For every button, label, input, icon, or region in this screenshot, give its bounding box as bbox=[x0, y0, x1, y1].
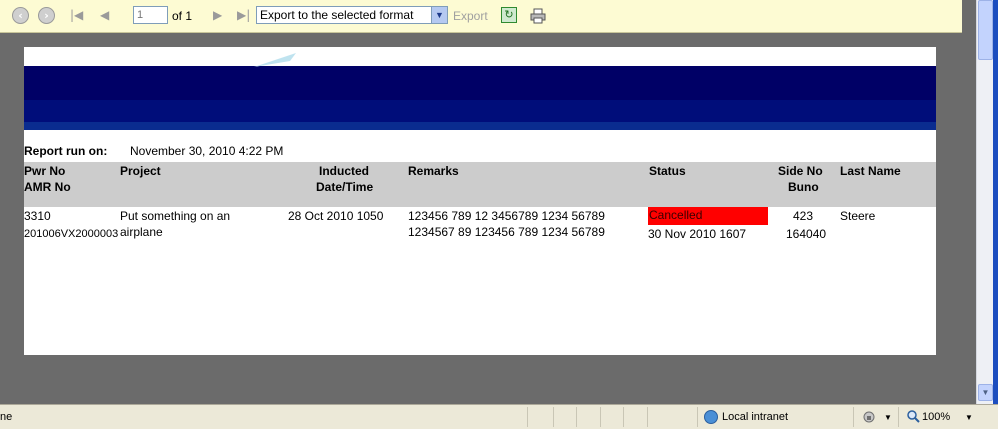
col-side-no: Side No bbox=[778, 164, 823, 178]
status-badge: Cancelled bbox=[648, 207, 768, 225]
report-run-value: November 30, 2010 4:22 PM bbox=[130, 144, 284, 158]
chevron-down-icon[interactable]: ▼ bbox=[965, 413, 973, 422]
report-run-label: Report run on: bbox=[24, 144, 108, 158]
col-pwr-no: Pwr No bbox=[24, 164, 66, 178]
export-link[interactable]: Export bbox=[453, 9, 488, 23]
browser-status-bar: ne Local intranet ▼ 100% ▼ bbox=[0, 404, 998, 429]
status-text: ne bbox=[0, 411, 13, 423]
security-zone-label: Local intranet bbox=[722, 411, 789, 423]
cell-status-date: 30 Nov 2010 1607 bbox=[648, 227, 747, 241]
banner-band bbox=[24, 100, 936, 122]
status-separator bbox=[623, 407, 624, 427]
status-separator bbox=[576, 407, 577, 427]
status-separator bbox=[853, 407, 854, 427]
status-separator bbox=[697, 407, 698, 427]
col-project: Project bbox=[120, 164, 161, 178]
window-edge bbox=[993, 0, 998, 404]
cell-amr-no: 201006VX2000003 bbox=[24, 228, 119, 240]
vertical-scrollbar[interactable]: ▼ bbox=[976, 0, 993, 404]
chevron-down-icon: ▼ bbox=[431, 7, 447, 23]
col-inducted-datetime: Date/Time bbox=[316, 180, 374, 194]
cell-remarks-line2: 1234567 89 123456 789 1234 56789 bbox=[408, 225, 605, 239]
refresh-icon[interactable]: ↻ bbox=[501, 7, 517, 23]
cell-remarks-line1: 123456 789 12 3456789 1234 56789 bbox=[408, 209, 605, 223]
scrollbar-thumb[interactable] bbox=[978, 0, 993, 60]
col-amr-no: AMR No bbox=[24, 180, 71, 194]
col-buno: Buno bbox=[788, 180, 819, 194]
back-icon[interactable]: ‹ bbox=[12, 7, 29, 24]
cell-project-line2: airplane bbox=[120, 225, 163, 239]
zoom-level[interactable]: 100% bbox=[922, 411, 950, 423]
scroll-down-icon[interactable]: ▼ bbox=[978, 384, 993, 401]
zoom-icon[interactable] bbox=[907, 410, 920, 423]
col-inducted: Inducted bbox=[319, 164, 369, 178]
globe-icon bbox=[704, 410, 718, 424]
col-status: Status bbox=[649, 164, 686, 178]
cell-pwr-no: 3310 bbox=[24, 209, 51, 223]
report-banner bbox=[24, 66, 936, 130]
lock-icon[interactable] bbox=[862, 411, 876, 423]
cell-inducted: 28 Oct 2010 1050 bbox=[288, 209, 384, 223]
next-page-icon[interactable]: ▶ bbox=[213, 8, 222, 22]
banner-stripe bbox=[24, 122, 936, 130]
table-header: Pwr No AMR No Project Inducted Date/Time… bbox=[24, 162, 936, 207]
banner-logo-swoosh bbox=[254, 53, 296, 67]
cell-project-line1: Put something on an bbox=[120, 209, 231, 223]
forward-icon[interactable]: › bbox=[38, 7, 55, 24]
print-icon[interactable] bbox=[530, 8, 546, 24]
last-page-icon[interactable]: ▶| bbox=[237, 8, 250, 22]
col-remarks: Remarks bbox=[408, 164, 459, 178]
col-last-name: Last Name bbox=[840, 164, 901, 178]
status-separator bbox=[527, 407, 528, 427]
cell-buno: 164040 bbox=[786, 227, 827, 241]
page-number-input[interactable] bbox=[133, 6, 168, 24]
status-separator bbox=[647, 407, 648, 427]
cell-last-name: Steere bbox=[840, 209, 876, 223]
chevron-down-icon[interactable]: ▼ bbox=[884, 413, 892, 422]
export-format-value: Export to the selected format bbox=[260, 8, 414, 22]
status-separator bbox=[553, 407, 554, 427]
export-format-select[interactable]: Export to the selected format ▼ bbox=[256, 6, 448, 24]
page-count-label: of 1 bbox=[172, 9, 193, 23]
status-separator bbox=[600, 407, 601, 427]
report-toolbar: ‹ › |◀ ◀ of 1 ▶ ▶| Export to the selecte… bbox=[0, 0, 962, 33]
status-separator bbox=[898, 407, 899, 427]
first-page-icon[interactable]: |◀ bbox=[70, 8, 83, 22]
report-page: Report run on: November 30, 2010 4:22 PM… bbox=[24, 47, 936, 355]
previous-page-icon[interactable]: ◀ bbox=[100, 8, 109, 22]
cell-side-no: 423 bbox=[793, 209, 814, 223]
